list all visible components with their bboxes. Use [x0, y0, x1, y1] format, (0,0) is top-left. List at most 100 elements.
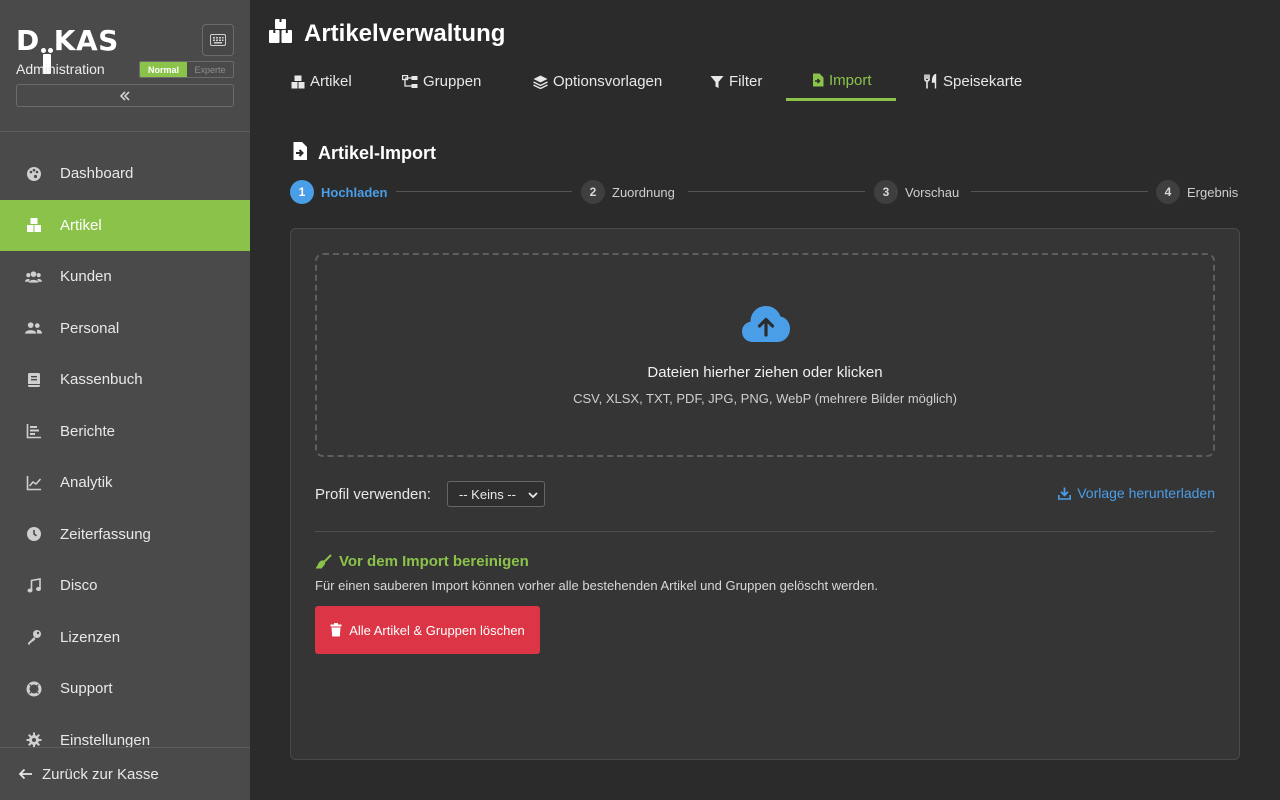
step-connector	[971, 191, 1148, 192]
tab-optionsvorlagen[interactable]: Optionsvorlagen	[507, 62, 684, 101]
tab-label: Filter	[729, 73, 763, 90]
dropzone-title: Dateien hierher ziehen oder klicken	[647, 364, 883, 381]
page-title: Artikelverwaltung	[304, 19, 506, 47]
sidebar-item-disco[interactable]: Disco	[0, 560, 250, 612]
page-header: Artikelverwaltung	[268, 18, 505, 49]
profile-row: Profil verwenden: -- Keins -- Vorlage he…	[315, 481, 1215, 507]
sidebar-item-label: Support	[60, 680, 113, 698]
tab-artikel[interactable]: Artikel	[270, 62, 376, 101]
sidebar-item-label: Zeiterfassung	[60, 525, 151, 543]
boxes-icon	[25, 217, 42, 234]
trash-icon	[330, 623, 342, 637]
mode-expert-button[interactable]: Experte	[187, 62, 233, 77]
bar-chart-icon	[25, 423, 42, 440]
boxes-icon	[291, 75, 305, 89]
line-chart-icon	[25, 474, 42, 491]
sidebar-item-berichte[interactable]: Berichte	[0, 406, 250, 458]
step-number: 1	[290, 180, 314, 204]
filter-icon	[710, 75, 724, 89]
sidebar-item-label: Dashboard	[60, 165, 134, 183]
clean-title-text: Vor dem Import bereinigen	[339, 553, 529, 570]
mode-toggle[interactable]: Normal Experte	[139, 61, 234, 78]
delete-all-label: Alle Artikel & Gruppen löschen	[349, 622, 525, 638]
file-dropzone[interactable]: Dateien hierher ziehen oder klicken CSV,…	[315, 253, 1215, 457]
sidebar-item-label: Analytik	[60, 474, 113, 492]
gear-icon	[25, 732, 42, 748]
step-label: Vorschau	[905, 184, 960, 200]
clock-icon	[25, 526, 42, 543]
palette-icon	[25, 165, 42, 182]
step-result: 4 Ergebnis	[1156, 180, 1238, 204]
clean-description: Für einen sauberen Import können vorher …	[315, 578, 878, 593]
key-icon	[25, 629, 42, 646]
arrow-left-icon	[18, 768, 33, 780]
mode-normal-button[interactable]: Normal	[140, 62, 187, 77]
step-mapping: 2 Zuordnung	[581, 180, 675, 204]
back-to-register-button[interactable]: Zurück zur Kasse	[0, 747, 250, 800]
tab-label: Speisekarte	[943, 73, 1023, 90]
user-group-icon	[25, 320, 42, 337]
broom-icon	[315, 554, 332, 569]
sidebar-item-analytik[interactable]: Analytik	[0, 457, 250, 509]
tab-gruppen[interactable]: Gruppen	[376, 62, 507, 101]
sidebar-item-label: Disco	[60, 577, 98, 595]
import-stepper: 1 Hochladen 2 Zuordnung 3 Vorschau 4 Erg…	[290, 180, 1240, 204]
import-card: Dateien hierher ziehen oder klicken CSV,…	[290, 228, 1240, 760]
sidebar-item-support[interactable]: Support	[0, 663, 250, 715]
sidebar-item-label: Lizenzen	[60, 628, 121, 646]
tab-speisekarte[interactable]: Speisekarte	[896, 62, 1026, 101]
brand-logo: D KAS	[16, 24, 119, 74]
import-title: Artikel-Import	[318, 143, 437, 163]
sidebar: D KAS Administration Normal Experte Dashb…	[0, 0, 250, 800]
sidebar-item-label: Kassenbuch	[60, 371, 143, 389]
sidebar-item-label: Kunden	[60, 268, 112, 286]
cloud-upload-icon	[742, 305, 790, 348]
profile-select[interactable]: -- Keins --	[446, 481, 545, 507]
sidebar-item-kassenbuch[interactable]: Kassenbuch	[0, 354, 250, 406]
step-preview: 3 Vorschau	[874, 180, 959, 204]
utensils-icon	[924, 74, 938, 89]
step-label: Zuordnung	[612, 184, 675, 200]
download-icon	[1058, 487, 1072, 500]
step-number: 4	[1156, 180, 1180, 204]
profile-select-value: -- Keins --	[458, 486, 516, 502]
sidebar-item-zeiterfassung[interactable]: Zeiterfassung	[0, 509, 250, 561]
keyboard-button[interactable]	[202, 24, 234, 56]
sidebar-item-label: Personal	[60, 319, 120, 337]
step-number: 2	[581, 180, 605, 204]
tab-import[interactable]: Import	[786, 62, 896, 101]
sidebar-item-artikel[interactable]: Artikel	[0, 199, 250, 251]
clean-section-title: Vor dem Import bereinigen	[315, 553, 529, 570]
download-template-link[interactable]: Vorlage herunterladen	[1058, 485, 1215, 501]
tab-label: Gruppen	[423, 73, 482, 90]
profile-label: Profil verwenden:	[315, 485, 431, 503]
collapse-sidebar-button[interactable]	[16, 84, 234, 107]
sidebar-item-lizenzen[interactable]: Lizenzen	[0, 612, 250, 664]
tab-label: Import	[829, 71, 872, 89]
step-connector	[688, 191, 865, 192]
chevron-down-icon	[528, 487, 538, 502]
layers-icon	[533, 75, 548, 89]
sidebar-item-label: Einstellungen	[60, 731, 151, 748]
sidebar-item-personal[interactable]: Personal	[0, 303, 250, 355]
step-label: Ergebnis	[1187, 184, 1239, 200]
sidebar-item-dashboard[interactable]: Dashboard	[0, 148, 250, 200]
sidebar-item-einstellungen[interactable]: Einstellungen	[0, 715, 250, 748]
tab-bar: Artikel Gruppen Optionsvorlagen Filter I…	[270, 62, 1026, 102]
keyboard-icon	[210, 34, 226, 46]
file-import-icon	[292, 141, 308, 166]
book-icon	[25, 371, 42, 388]
back-label: Zurück zur Kasse	[42, 765, 159, 783]
sidebar-divider	[0, 131, 250, 132]
tab-filter[interactable]: Filter	[684, 62, 786, 101]
dropzone-subtitle: CSV, XLSX, TXT, PDF, JPG, PNG, WebP (meh…	[573, 391, 957, 406]
section-title: Artikel-Import	[292, 141, 436, 166]
step-number: 3	[874, 180, 898, 204]
step-label: Hochladen	[321, 184, 388, 200]
delete-all-button[interactable]: Alle Artikel & Gruppen löschen	[315, 606, 540, 654]
boxes-icon	[268, 18, 293, 49]
tab-label: Artikel	[310, 73, 352, 90]
tab-label: Optionsvorlagen	[553, 73, 663, 90]
sidebar-item-kunden[interactable]: Kunden	[0, 251, 250, 303]
step-connector	[396, 191, 572, 192]
